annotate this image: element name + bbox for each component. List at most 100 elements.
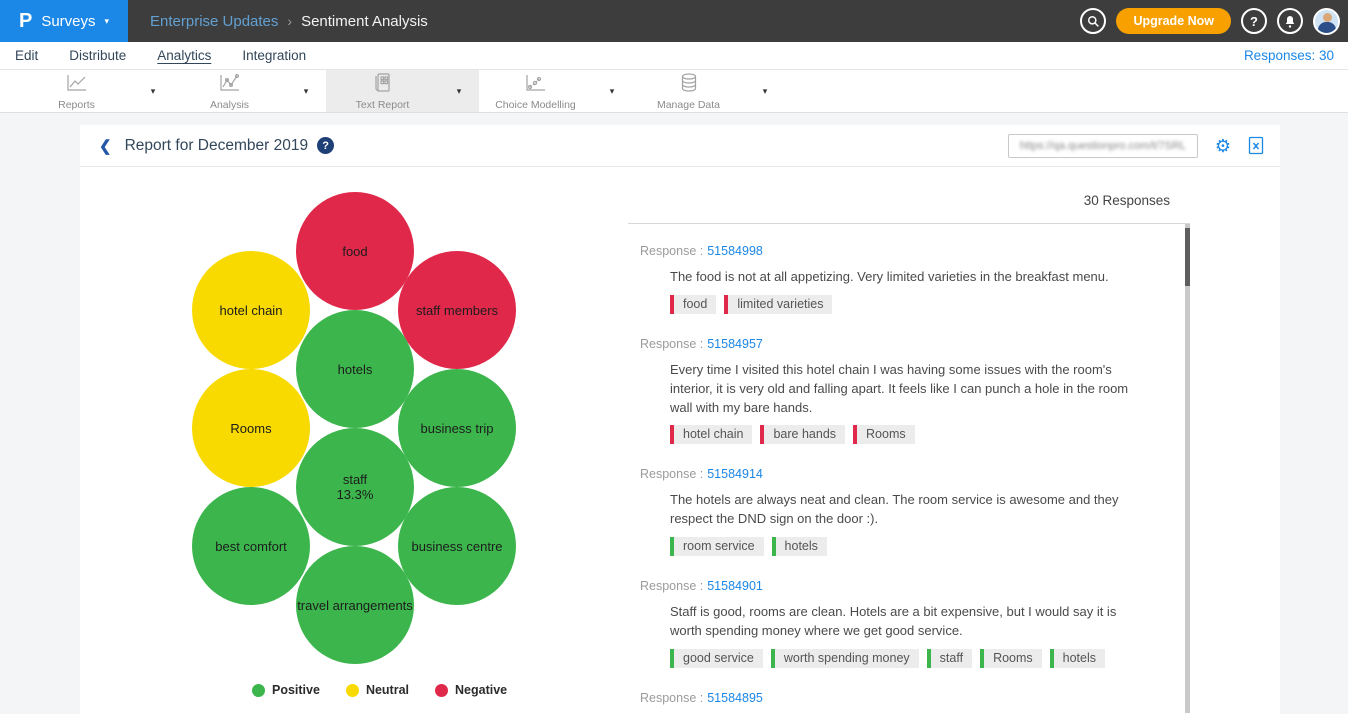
bubble-best-comfort[interactable]: best comfort bbox=[192, 487, 310, 605]
excel-export-icon bbox=[1248, 136, 1264, 155]
upgrade-now-button[interactable]: Upgrade Now bbox=[1116, 8, 1231, 34]
choice-modelling-dropdown-caret[interactable]: ▾ bbox=[592, 70, 632, 112]
response-tags: room service hotels bbox=[670, 537, 1150, 556]
response-id-link[interactable]: 51584901 bbox=[707, 579, 763, 593]
analysis-dropdown-caret[interactable]: ▾ bbox=[286, 70, 326, 112]
menu-item-distribute[interactable]: Distribute bbox=[69, 48, 126, 63]
toolbar-item-choice-modelling[interactable]: Choice Modelling bbox=[479, 70, 592, 112]
page-title: Report for December 2019 bbox=[125, 137, 309, 155]
settings-button[interactable]: ⚙ bbox=[1215, 137, 1231, 155]
app-window: P Surveys ▾ Enterprise Updates › Sentime… bbox=[0, 0, 1348, 714]
response-item: Response :51584914 The hotels are always… bbox=[640, 467, 1150, 556]
legend-negative: Negative bbox=[435, 683, 507, 697]
response-id-link[interactable]: 51584895 bbox=[707, 691, 763, 705]
topbar-actions: Upgrade Now ? bbox=[1080, 8, 1348, 35]
bubble-staff[interactable]: staff 13.3% bbox=[296, 428, 414, 546]
toolbar-group-reports: Reports ▾ bbox=[20, 70, 173, 112]
report-header: ❮ Report for December 2019 ? https://qa.… bbox=[80, 125, 1280, 167]
brand-label: Surveys bbox=[41, 13, 95, 30]
chart-legend: Positive Neutral Negative bbox=[252, 683, 507, 697]
breadcrumb-current: Sentiment Analysis bbox=[301, 13, 428, 30]
response-item: Response :51584998 The food is not at al… bbox=[640, 244, 1150, 314]
responses-count-link[interactable]: Responses: 30 bbox=[1244, 48, 1334, 63]
breadcrumb-parent[interactable]: Enterprise Updates bbox=[150, 13, 278, 30]
response-id-link[interactable]: 51584957 bbox=[707, 337, 763, 351]
response-text: The food is not at all appetizing. Very … bbox=[670, 268, 1150, 287]
bubble-hotels[interactable]: hotels bbox=[296, 310, 414, 428]
manage-data-dropdown-caret[interactable]: ▾ bbox=[745, 70, 785, 112]
sentiment-tag: good service bbox=[670, 649, 763, 668]
response-tags: food limited varieties bbox=[670, 295, 1150, 314]
response-tags: hotel chain bare hands Rooms bbox=[670, 425, 1150, 444]
title-help-button[interactable]: ? bbox=[317, 137, 334, 154]
chevron-down-icon: ▾ bbox=[105, 17, 110, 26]
bubble-staff-members[interactable]: staff members bbox=[398, 251, 516, 369]
neutral-dot-icon bbox=[346, 684, 359, 697]
legend-positive: Positive bbox=[252, 683, 320, 697]
menu-item-integration[interactable]: Integration bbox=[242, 48, 306, 63]
sentiment-tag: limited varieties bbox=[724, 295, 832, 314]
scrollbar-thumb[interactable] bbox=[1185, 228, 1190, 286]
text-report-dropdown-caret[interactable]: ▾ bbox=[439, 70, 479, 112]
positive-dot-icon bbox=[252, 684, 265, 697]
export-excel-button[interactable] bbox=[1248, 136, 1264, 155]
negative-dot-icon bbox=[435, 684, 448, 697]
response-id-link[interactable]: 51584998 bbox=[707, 244, 763, 258]
responses-scrollbar[interactable] bbox=[1185, 224, 1190, 713]
sentiment-tag: hotels bbox=[772, 537, 827, 556]
scatter-chart-icon bbox=[219, 74, 241, 97]
sentiment-tag: hotel chain bbox=[670, 425, 752, 444]
report-header-actions: https://qa.questionpro.com/t/7SRL ⚙ bbox=[1008, 134, 1264, 158]
breadcrumb: Enterprise Updates › Sentiment Analysis bbox=[150, 13, 428, 30]
search-button[interactable] bbox=[1080, 8, 1106, 34]
avatar-head bbox=[1323, 13, 1332, 22]
sentiment-tag: food bbox=[670, 295, 716, 314]
toolbar-group-analysis: Analysis ▾ bbox=[173, 70, 326, 112]
top-bar: P Surveys ▾ Enterprise Updates › Sentime… bbox=[0, 0, 1348, 42]
reports-dropdown-caret[interactable]: ▾ bbox=[133, 70, 173, 112]
responses-list: Response : 51584998 The food is not at al… bbox=[628, 223, 1190, 713]
bubble-travel-arrangements[interactable]: travel arrangements bbox=[296, 546, 414, 664]
surveys-menu[interactable]: P Surveys ▾ bbox=[0, 0, 128, 42]
notifications-button[interactable] bbox=[1277, 8, 1303, 34]
response-label: Response : bbox=[640, 691, 703, 705]
share-url-input[interactable]: https://qa.questionpro.com/t/7SRL bbox=[1008, 134, 1198, 158]
choice-modelling-icon bbox=[525, 74, 547, 97]
bubble-hotel-chain[interactable]: hotel chain bbox=[192, 251, 310, 369]
sentiment-tag: bare hands bbox=[760, 425, 845, 444]
bubble-food[interactable]: food bbox=[296, 192, 414, 310]
toolbar-item-manage-data[interactable]: Manage Data bbox=[632, 70, 745, 112]
bubble-rooms[interactable]: Rooms bbox=[192, 369, 310, 487]
sentiment-tag: worth spending money bbox=[771, 649, 919, 668]
sentiment-tag: staff bbox=[927, 649, 972, 668]
share-url-value: https://qa.questionpro.com/t/7SRL bbox=[1020, 140, 1186, 152]
toolbar-group-text-report: Text Report ▾ bbox=[326, 70, 479, 112]
response-tags: good service worth spending money staff … bbox=[670, 649, 1150, 668]
survey-menu-bar: Edit Distribute Analytics Integration Re… bbox=[0, 42, 1348, 70]
gear-icon: ⚙ bbox=[1215, 136, 1231, 156]
response-text: Staff is good, rooms are clean. Hotels a… bbox=[670, 603, 1150, 641]
response-id-link[interactable]: 51584914 bbox=[707, 467, 763, 481]
analytics-toolbar: Reports ▾ Analysis ▾ Text Report ▾ bbox=[0, 70, 1348, 113]
toolbar-item-reports[interactable]: Reports bbox=[20, 70, 133, 112]
response-text: The hotels are always neat and clean. Th… bbox=[670, 491, 1150, 529]
responses-total: 30 Responses bbox=[1084, 193, 1170, 208]
sentiment-tag: Rooms bbox=[853, 425, 915, 444]
toolbar-item-analysis[interactable]: Analysis bbox=[173, 70, 286, 112]
questionpro-logo-icon: P bbox=[19, 10, 32, 33]
toolbar-group-choice-modelling: Choice Modelling ▾ bbox=[479, 70, 632, 112]
menu-item-analytics[interactable]: Analytics bbox=[157, 48, 211, 63]
bubble-business-centre[interactable]: business centre bbox=[398, 487, 516, 605]
report-body: food hotel chain staff members hotels Ro… bbox=[80, 167, 1280, 713]
help-button[interactable]: ? bbox=[1241, 8, 1267, 34]
question-mark-icon: ? bbox=[1250, 14, 1258, 29]
sentiment-tag: room service bbox=[670, 537, 764, 556]
legend-neutral: Neutral bbox=[346, 683, 409, 697]
toolbar-item-text-report[interactable]: Text Report bbox=[326, 70, 439, 112]
user-avatar[interactable] bbox=[1313, 8, 1340, 35]
back-button[interactable]: ❮ bbox=[99, 137, 112, 155]
menu-item-edit[interactable]: Edit bbox=[15, 48, 38, 63]
response-text: Every time I visited this hotel chain I … bbox=[670, 361, 1150, 418]
bubble-business-trip[interactable]: business trip bbox=[398, 369, 516, 487]
response-label: Response : bbox=[640, 579, 703, 593]
